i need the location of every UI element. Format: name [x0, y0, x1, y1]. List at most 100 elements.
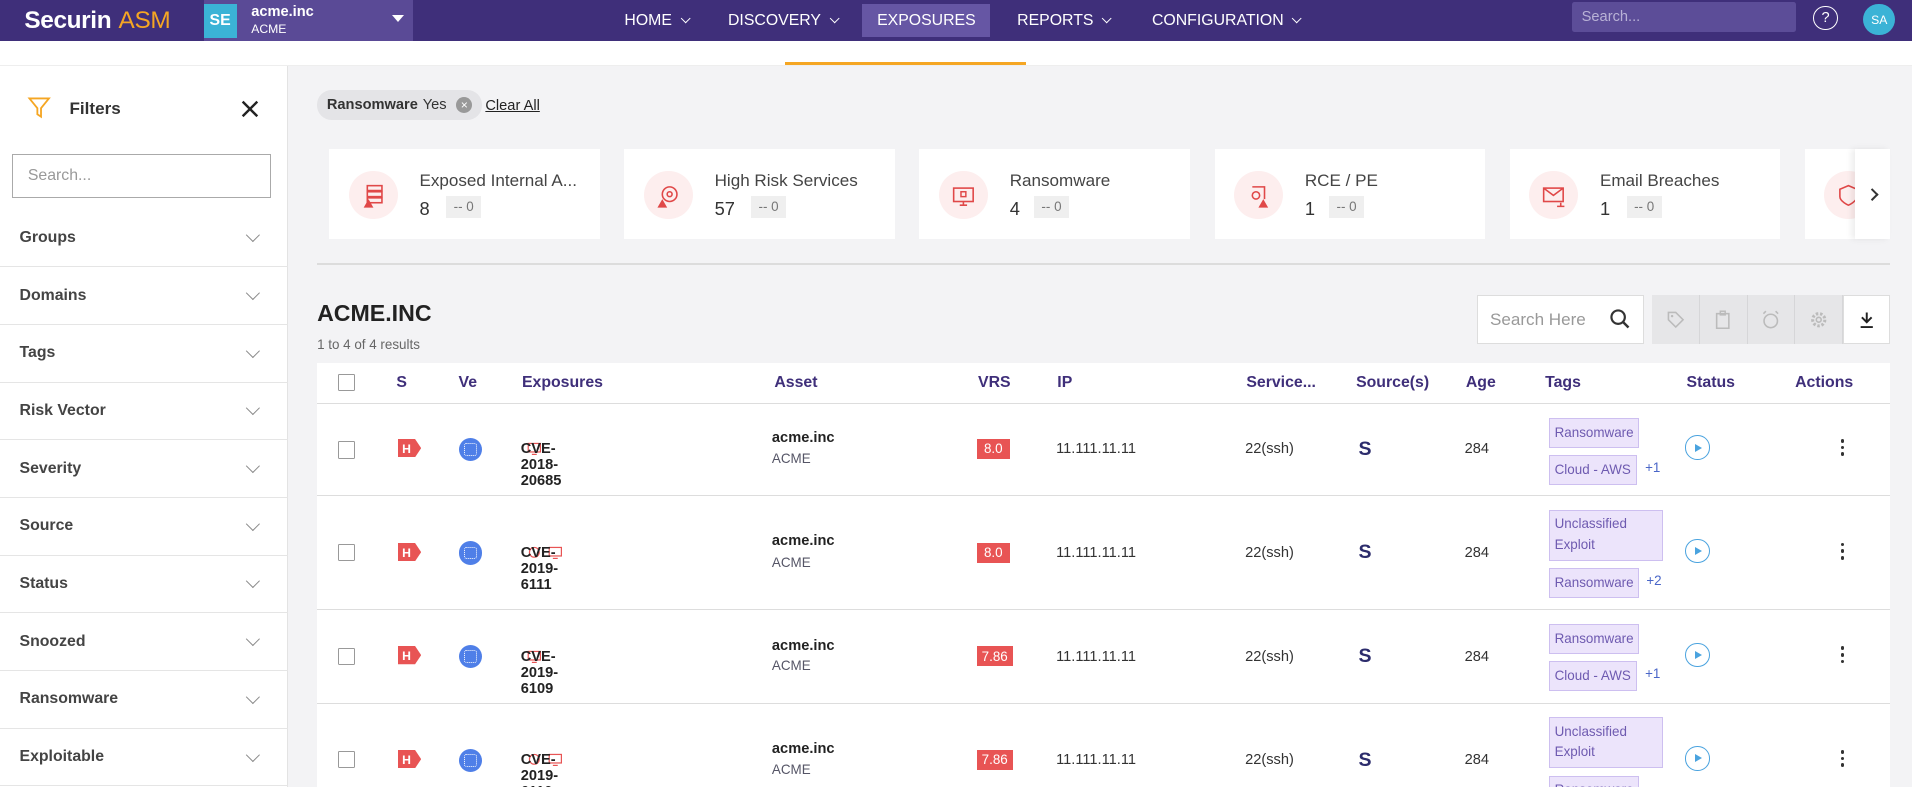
download-icon — [1860, 312, 1873, 328]
col-status[interactable]: Status — [1687, 374, 1735, 392]
cards-next-button[interactable] — [1854, 148, 1891, 239]
chevron-down-icon — [245, 516, 260, 531]
card-email-breaches[interactable]: Email Breaches 1 -- 0 — [1509, 148, 1781, 239]
row-checkbox[interactable] — [337, 543, 355, 561]
col-sources[interactable]: Source(s) — [1356, 374, 1429, 392]
row-cve[interactable]: CVE-2019-6111 — [521, 545, 562, 593]
nav-configuration[interactable]: CONFIGURATION — [1137, 4, 1315, 37]
more-vertical-icon[interactable] — [1840, 542, 1845, 560]
nav-discovery[interactable]: DISCOVERY — [713, 4, 852, 37]
more-vertical-icon[interactable] — [1840, 646, 1845, 664]
col-service[interactable]: Service... — [1246, 374, 1316, 392]
filter-search-input[interactable]: Search... — [12, 153, 271, 198]
filter-risk-vector[interactable]: Risk Vector — [0, 383, 288, 441]
clipboard-action-button[interactable] — [1699, 295, 1748, 344]
row-asset[interactable]: acme.inc — [772, 430, 835, 446]
chevron-down-icon — [245, 459, 260, 473]
col-vrs[interactable]: VRS — [978, 374, 1011, 392]
vendor-icon — [458, 437, 482, 461]
col-actions[interactable]: Actions — [1795, 374, 1853, 392]
row-checkbox[interactable] — [337, 647, 355, 665]
active-filter-chip: Ransomware Yes × — [317, 90, 482, 120]
tag-chip[interactable]: Unclassified Exploit — [1548, 717, 1664, 768]
filter-ransomware[interactable]: Ransomware — [0, 671, 288, 729]
org-switcher[interactable]: SE acme.inc ACME — [203, 0, 414, 42]
snooze-action-button[interactable] — [1747, 295, 1796, 344]
table-row[interactable]: H CVE-2019-6111 acme.inc ACME 8.0 11.111… — [317, 496, 1891, 610]
remove-filter-icon[interactable]: × — [456, 96, 473, 113]
table-row[interactable]: H CVE-2019-6110 acme.inc ACME 7.86 11.11… — [317, 704, 1890, 787]
row-cve[interactable]: CVE-2018-20685 — [521, 441, 562, 489]
nav-home[interactable]: HOME — [610, 4, 704, 37]
filter-source[interactable]: Source — [0, 498, 288, 556]
table-row[interactable]: H CVE-2018-20685 acme.inc ACME 8.0 11.11… — [317, 404, 1891, 497]
filter-label: Groups — [19, 229, 76, 247]
global-search-input[interactable]: Search... — [1571, 2, 1797, 32]
more-vertical-icon[interactable] — [1840, 439, 1845, 457]
nav-reports-label: REPORTS — [1017, 11, 1094, 29]
col-vendor[interactable]: Ve — [459, 374, 478, 392]
active-tab-indicator — [785, 62, 1026, 65]
card-rce-pe[interactable]: RCE / PE 1 -- 0 — [1214, 148, 1486, 239]
tag-action-button[interactable] — [1652, 295, 1700, 344]
card-count: 1 — [1304, 197, 1315, 219]
settings-action-button[interactable] — [1795, 295, 1843, 344]
filter-groups[interactable]: Groups — [0, 210, 288, 268]
nav-exposures[interactable]: EXPOSURES — [862, 4, 991, 38]
filter-severity[interactable]: Severity — [0, 440, 288, 499]
filter-snoozed[interactable]: Snoozed — [0, 613, 288, 672]
help-icon[interactable]: ? — [1813, 6, 1838, 31]
filter-label: Ransomware — [19, 690, 119, 708]
col-exposures[interactable]: Exposures — [522, 374, 603, 392]
row-checkbox[interactable] — [337, 441, 355, 459]
col-severity[interactable]: S — [396, 374, 407, 392]
play-icon[interactable] — [1685, 642, 1710, 668]
col-tags[interactable]: Tags — [1545, 374, 1581, 392]
cve-id: CVE-2019-6109 — [520, 648, 559, 697]
select-all-checkbox[interactable] — [337, 374, 355, 392]
row-asset[interactable]: acme.inc — [772, 533, 835, 549]
tag-chip[interactable]: Ransomware — [1548, 418, 1640, 449]
close-icon[interactable] — [239, 98, 261, 120]
tag-chip[interactable]: Unclassified Exploit — [1548, 509, 1664, 561]
nav-reports[interactable]: REPORTS — [1003, 4, 1126, 37]
table-row[interactable]: H CVE-2019-6109 acme.inc ACME 7.86 11.11… — [317, 610, 1891, 704]
col-age[interactable]: Age — [1466, 374, 1496, 392]
filter-tags[interactable]: Tags — [0, 325, 288, 383]
chevron-down-icon — [245, 747, 260, 762]
more-tags-link[interactable]: +1 — [1645, 666, 1660, 681]
tag-chip[interactable]: Cloud - AWS — [1548, 660, 1637, 691]
tag-chip[interactable]: Ransomware — [1548, 775, 1640, 787]
more-tags-link[interactable]: +2 — [1646, 573, 1661, 588]
row-cve[interactable]: CVE-2019-6110 — [521, 752, 562, 787]
clear-all-link[interactable]: Clear All — [485, 98, 539, 114]
brand-logo[interactable]: Securin ASM — [0, 0, 204, 41]
row-cve[interactable]: CVE-2019-6109 — [521, 649, 558, 697]
filter-exploitable[interactable]: Exploitable — [0, 729, 288, 787]
play-icon[interactable] — [1685, 538, 1710, 564]
row-checkbox[interactable] — [337, 751, 355, 769]
row-asset[interactable]: acme.inc — [772, 638, 835, 654]
tag-chip[interactable]: Ransomware — [1548, 568, 1640, 599]
user-avatar[interactable]: SA — [1863, 3, 1896, 36]
card-count: 8 — [419, 197, 430, 219]
card-high-risk-services[interactable]: High Risk Services 57 -- 0 — [624, 148, 896, 239]
tag-chip[interactable]: Cloud - AWS — [1548, 454, 1637, 485]
card-label: High Risk Services — [714, 170, 858, 190]
filter-status[interactable]: Status — [0, 556, 288, 614]
download-button[interactable] — [1842, 295, 1891, 344]
search-icon[interactable] — [1609, 308, 1631, 330]
more-vertical-icon[interactable] — [1840, 749, 1845, 767]
table-search-input[interactable]: Search Here — [1476, 295, 1644, 344]
row-asset[interactable]: acme.inc — [772, 741, 835, 757]
col-ip[interactable]: IP — [1057, 374, 1072, 392]
card-ransomware[interactable]: Ransomware 4 -- 0 — [919, 148, 1191, 239]
more-tags-link[interactable]: +1 — [1645, 460, 1660, 475]
tag-chip[interactable]: Ransomware — [1548, 624, 1640, 655]
filter-domains[interactable]: Domains — [0, 267, 288, 326]
col-asset[interactable]: Asset — [774, 374, 817, 392]
play-icon[interactable] — [1685, 435, 1710, 460]
play-icon[interactable] — [1685, 746, 1710, 771]
card-exposed-internal-assets[interactable]: Exposed Internal A... 8 -- 0 — [329, 148, 600, 239]
row-ip: 11.111.11.11 — [1056, 752, 1137, 769]
